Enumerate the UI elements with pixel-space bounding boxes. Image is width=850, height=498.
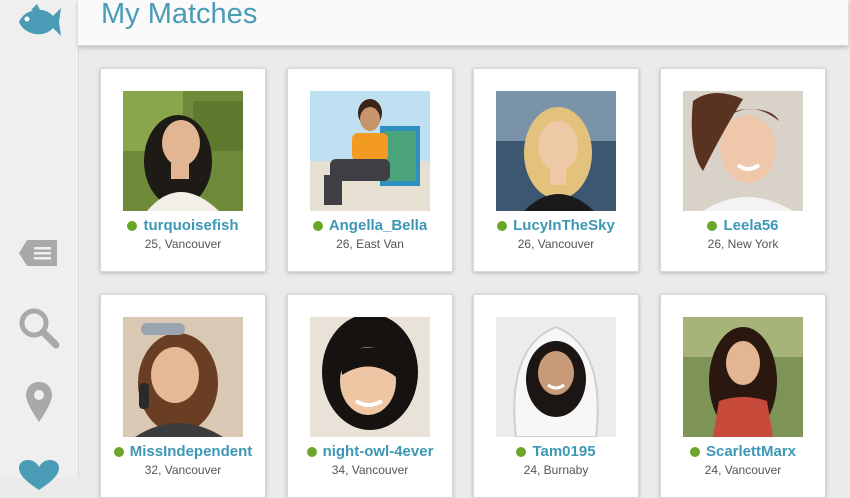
username-label: ScarlettMarx — [705, 443, 797, 460]
match-card[interactable]: Tam0195 24, Burnaby — [473, 294, 639, 498]
profile-photo — [496, 91, 616, 211]
profile-photo — [310, 317, 430, 437]
username-row: Tam0195 — [474, 443, 638, 460]
matches-grid: turquoisefish 25, Vancouver Angella_Bell… — [100, 68, 840, 498]
username-label: turquoisefish — [143, 217, 239, 234]
username-label: Leela56 — [723, 217, 779, 234]
username-label: LucyInTheSky — [513, 217, 615, 234]
age-location-label: 25, Vancouver — [144, 237, 222, 251]
online-status-dot — [516, 446, 527, 457]
online-status-dot — [707, 220, 718, 231]
heart-icon[interactable] — [14, 458, 64, 492]
username-row: Angella_Bella — [288, 217, 452, 234]
age-location-label: 32, Vancouver — [144, 463, 222, 477]
online-status-dot — [312, 220, 323, 231]
profile-photo — [683, 91, 803, 211]
match-card[interactable]: LucyInTheSky 26, Vancouver — [473, 68, 639, 272]
username-row: MissIndependent — [101, 443, 265, 460]
username-row: night-owl-4ever — [288, 443, 452, 460]
sidebar — [0, 0, 79, 490]
age-location-label: 26, Vancouver — [517, 237, 595, 251]
match-card[interactable]: turquoisefish 25, Vancouver — [100, 68, 266, 272]
match-card[interactable]: ScarlettMarx 24, Vancouver — [660, 294, 826, 498]
username-row: turquoisefish — [101, 217, 265, 234]
age-location-label: 34, Vancouver — [331, 463, 409, 477]
profile-photo — [123, 317, 243, 437]
location-pin-icon[interactable] — [14, 380, 64, 424]
username-label: night-owl-4ever — [322, 443, 434, 460]
header-bar: My Matches — [78, 0, 848, 46]
online-status-dot — [113, 446, 124, 457]
profile-photo — [683, 317, 803, 437]
match-card[interactable]: Angella_Bella 26, East Van — [287, 68, 453, 272]
age-location-label: 26, East Van — [336, 237, 404, 251]
profile-photo — [310, 91, 430, 211]
username-label: Tam0195 — [532, 443, 596, 460]
online-status-dot — [306, 446, 317, 457]
online-status-dot — [497, 220, 508, 231]
username-row: ScarlettMarx — [661, 443, 825, 460]
profile-photo — [496, 317, 616, 437]
search-icon[interactable] — [14, 306, 64, 350]
username-row: Leela56 — [661, 217, 825, 234]
age-location-label: 26, New York — [707, 237, 779, 251]
username-label: MissIndependent — [129, 443, 253, 460]
fish-logo-icon[interactable] — [14, 2, 64, 42]
online-status-dot — [127, 220, 138, 231]
match-card[interactable]: MissIndependent 32, Vancouver — [100, 294, 266, 498]
match-card[interactable]: night-owl-4ever 34, Vancouver — [287, 294, 453, 498]
profile-photo — [123, 91, 243, 211]
username-row: LucyInTheSky — [474, 217, 638, 234]
age-location-label: 24, Vancouver — [704, 463, 782, 477]
online-status-dot — [689, 446, 700, 457]
messages-icon[interactable] — [14, 238, 64, 268]
page-title: My Matches — [101, 0, 258, 30]
match-card[interactable]: Leela56 26, New York — [660, 68, 826, 272]
age-location-label: 24, Burnaby — [523, 463, 589, 477]
username-label: Angella_Bella — [328, 217, 428, 234]
